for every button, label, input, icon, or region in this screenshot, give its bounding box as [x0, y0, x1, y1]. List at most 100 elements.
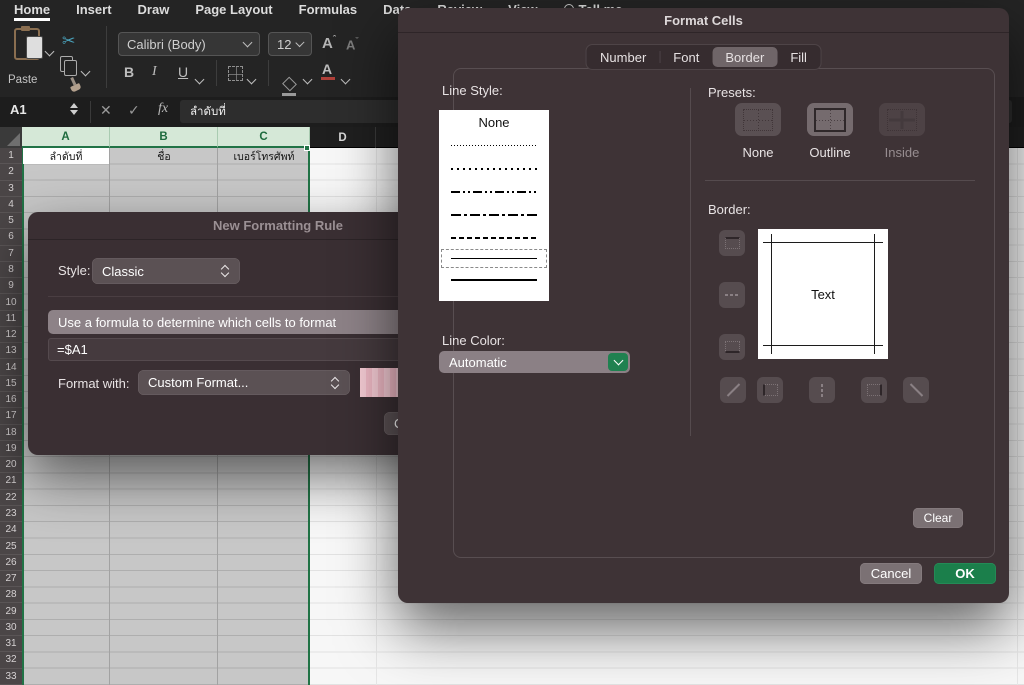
- row-header-28[interactable]: 28: [0, 587, 22, 603]
- cell-a1[interactable]: ลำดับที่: [23, 148, 109, 164]
- menu-insert[interactable]: Insert: [76, 2, 111, 17]
- underline-button[interactable]: U: [178, 64, 188, 80]
- border-bottom-button[interactable]: [719, 334, 745, 360]
- row-header-8[interactable]: 8: [0, 262, 22, 278]
- border-left-button[interactable]: [757, 377, 783, 403]
- line-style-solid[interactable]: [439, 268, 549, 291]
- copy-dropdown-chevron-icon[interactable]: [82, 62, 89, 80]
- row-header-3[interactable]: 3: [0, 181, 22, 197]
- tab-number[interactable]: Number: [587, 47, 659, 67]
- italic-button[interactable]: I: [152, 64, 157, 80]
- row-header-1[interactable]: 1: [0, 148, 22, 164]
- border-right-button[interactable]: [861, 377, 887, 403]
- clear-button[interactable]: Clear: [913, 508, 963, 528]
- font-color-chevron-icon[interactable]: [342, 70, 349, 88]
- row-header-11[interactable]: 11: [0, 311, 22, 327]
- cancel-button[interactable]: Cancel: [860, 563, 922, 584]
- row-header-31[interactable]: 31: [0, 636, 22, 652]
- menu-page-layout[interactable]: Page Layout: [195, 2, 272, 17]
- confirm-entry-icon[interactable]: ✓: [128, 102, 140, 119]
- row-header-13[interactable]: 13: [0, 343, 22, 359]
- row-header-15[interactable]: 15: [0, 376, 22, 392]
- column-header-b[interactable]: B: [110, 127, 218, 148]
- preset-none-button[interactable]: [735, 103, 781, 136]
- row-header-23[interactable]: 23: [0, 506, 22, 522]
- row-header-19[interactable]: 19: [0, 441, 22, 457]
- line-style-dash-dot-dot[interactable]: [439, 180, 549, 203]
- grow-font-button[interactable]: Aˆ: [322, 34, 336, 52]
- bold-button[interactable]: B: [124, 64, 134, 80]
- row-header-7[interactable]: 7: [0, 246, 22, 262]
- column-header-a[interactable]: A: [22, 127, 110, 148]
- row-header-5[interactable]: 5: [0, 213, 22, 229]
- row-header-22[interactable]: 22: [0, 490, 22, 506]
- cell-b1[interactable]: ชื่อ: [110, 148, 218, 164]
- row-header-16[interactable]: 16: [0, 392, 22, 408]
- border-vertical-middle-button[interactable]: [809, 377, 835, 403]
- fill-color-icon[interactable]: [282, 81, 296, 91]
- border-diagonal-up-button[interactable]: [720, 377, 746, 403]
- borders-button-icon[interactable]: [228, 66, 243, 81]
- font-name-select[interactable]: Calibri (Body): [118, 32, 260, 56]
- name-box-stepper[interactable]: [70, 103, 78, 115]
- cell-c1[interactable]: เบอร์โทรศัพท์: [218, 148, 310, 164]
- menu-home[interactable]: Home: [14, 2, 50, 17]
- row-header-20[interactable]: 20: [0, 457, 22, 473]
- line-color-dropdown-button[interactable]: [608, 353, 628, 371]
- copy-icon[interactable]: [60, 56, 73, 72]
- row-header-29[interactable]: 29: [0, 603, 22, 619]
- menu-draw[interactable]: Draw: [138, 2, 170, 17]
- tab-border[interactable]: Border: [712, 47, 777, 67]
- line-style-none-item[interactable]: None: [439, 110, 549, 134]
- shrink-font-button[interactable]: Aˇ: [346, 36, 358, 52]
- line-style-fine-dotted[interactable]: [439, 134, 549, 157]
- row-header-17[interactable]: 17: [0, 408, 22, 424]
- row-header-26[interactable]: 26: [0, 555, 22, 571]
- row-header-12[interactable]: 12: [0, 327, 22, 343]
- preset-outline-button[interactable]: [807, 103, 853, 136]
- row-header-18[interactable]: 18: [0, 425, 22, 441]
- fill-handle[interactable]: [304, 145, 310, 151]
- line-style-hairline-selected[interactable]: [441, 249, 547, 268]
- column-header-d[interactable]: D: [310, 127, 376, 148]
- row-header-25[interactable]: 25: [0, 538, 22, 554]
- tab-fill[interactable]: Fill: [777, 47, 820, 67]
- line-style-dash-dot[interactable]: [439, 203, 549, 226]
- border-top-button[interactable]: [719, 230, 745, 256]
- font-color-icon[interactable]: A: [322, 61, 332, 77]
- fill-color-chevron-icon[interactable]: [304, 70, 311, 88]
- row-header-24[interactable]: 24: [0, 522, 22, 538]
- insert-function-icon[interactable]: fx: [158, 101, 168, 117]
- ok-button[interactable]: OK: [934, 563, 996, 584]
- row-header-14[interactable]: 14: [0, 359, 22, 375]
- name-box[interactable]: A1: [10, 102, 27, 117]
- preset-inside-button[interactable]: [879, 103, 925, 136]
- row-header-9[interactable]: 9: [0, 278, 22, 294]
- border-diagonal-down-button[interactable]: [903, 377, 929, 403]
- row-header-4[interactable]: 4: [0, 197, 22, 213]
- row-header-33[interactable]: 33: [0, 669, 22, 685]
- format-with-select[interactable]: Custom Format...: [138, 370, 350, 395]
- paste-button-label[interactable]: Paste: [8, 74, 37, 86]
- row-header-6[interactable]: 6: [0, 229, 22, 245]
- cancel-entry-icon[interactable]: ✕: [100, 102, 112, 119]
- line-style-dotted[interactable]: [439, 157, 549, 180]
- row-header-30[interactable]: 30: [0, 620, 22, 636]
- underline-chevron-icon[interactable]: [196, 70, 203, 88]
- cut-scissors-icon[interactable]: ✂: [62, 31, 75, 51]
- stepper-up-icon[interactable]: [70, 103, 78, 108]
- border-preview[interactable]: Text: [758, 229, 888, 359]
- tab-font[interactable]: Font: [660, 47, 712, 67]
- border-horizontal-middle-button[interactable]: [719, 282, 745, 308]
- paste-dropdown-chevron-icon[interactable]: [46, 42, 53, 60]
- stepper-down-icon[interactable]: [70, 110, 78, 115]
- row-header-32[interactable]: 32: [0, 652, 22, 668]
- row-header-2[interactable]: 2: [0, 164, 22, 180]
- column-header-c[interactable]: C: [218, 127, 310, 148]
- row-header-21[interactable]: 21: [0, 473, 22, 489]
- line-style-listbox[interactable]: None: [439, 110, 549, 301]
- style-select[interactable]: Classic: [92, 258, 240, 284]
- row-header-27[interactable]: 27: [0, 571, 22, 587]
- borders-chevron-icon[interactable]: [248, 70, 255, 88]
- line-style-dashed[interactable]: [439, 226, 549, 249]
